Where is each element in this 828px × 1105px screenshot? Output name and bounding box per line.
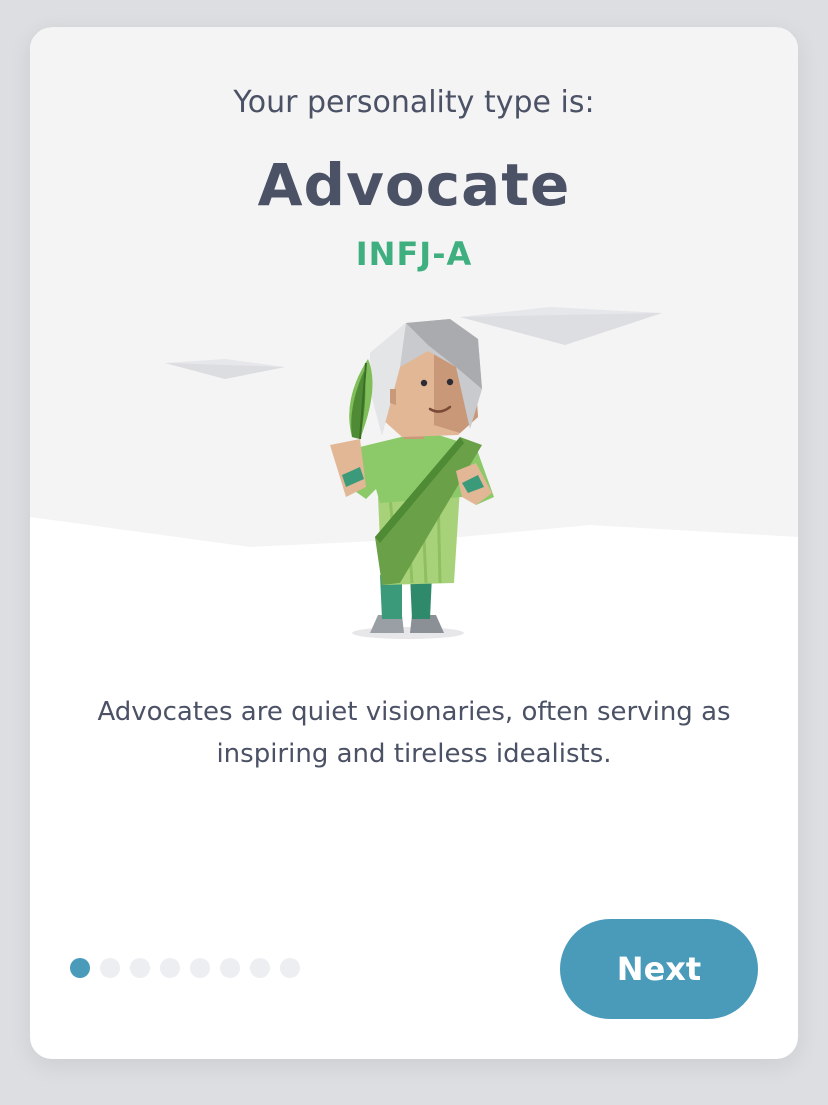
pagination-dot-4[interactable] (160, 958, 180, 978)
pagination-dot-7[interactable] (250, 958, 270, 978)
pagination-dot-1[interactable] (70, 958, 90, 978)
next-button[interactable]: Next (560, 919, 758, 1019)
personality-description: Advocates are quiet visionaries, often s… (97, 697, 731, 769)
pagination-dots (70, 958, 300, 978)
pagination-dot-6[interactable] (220, 958, 240, 978)
result-card: Your personality type is: Advocate INFJ-… (30, 27, 798, 1059)
pagination-dot-3[interactable] (130, 958, 150, 978)
pagination-dot-5[interactable] (190, 958, 210, 978)
personality-type-name: Advocate (257, 151, 571, 219)
pagination-dot-2[interactable] (100, 958, 120, 978)
result-subtitle: Your personality type is: (233, 85, 595, 120)
personality-type-code: INFJ-A (355, 235, 473, 273)
advocate-character-illustration (330, 319, 494, 639)
pagination-dot-8[interactable] (280, 958, 300, 978)
